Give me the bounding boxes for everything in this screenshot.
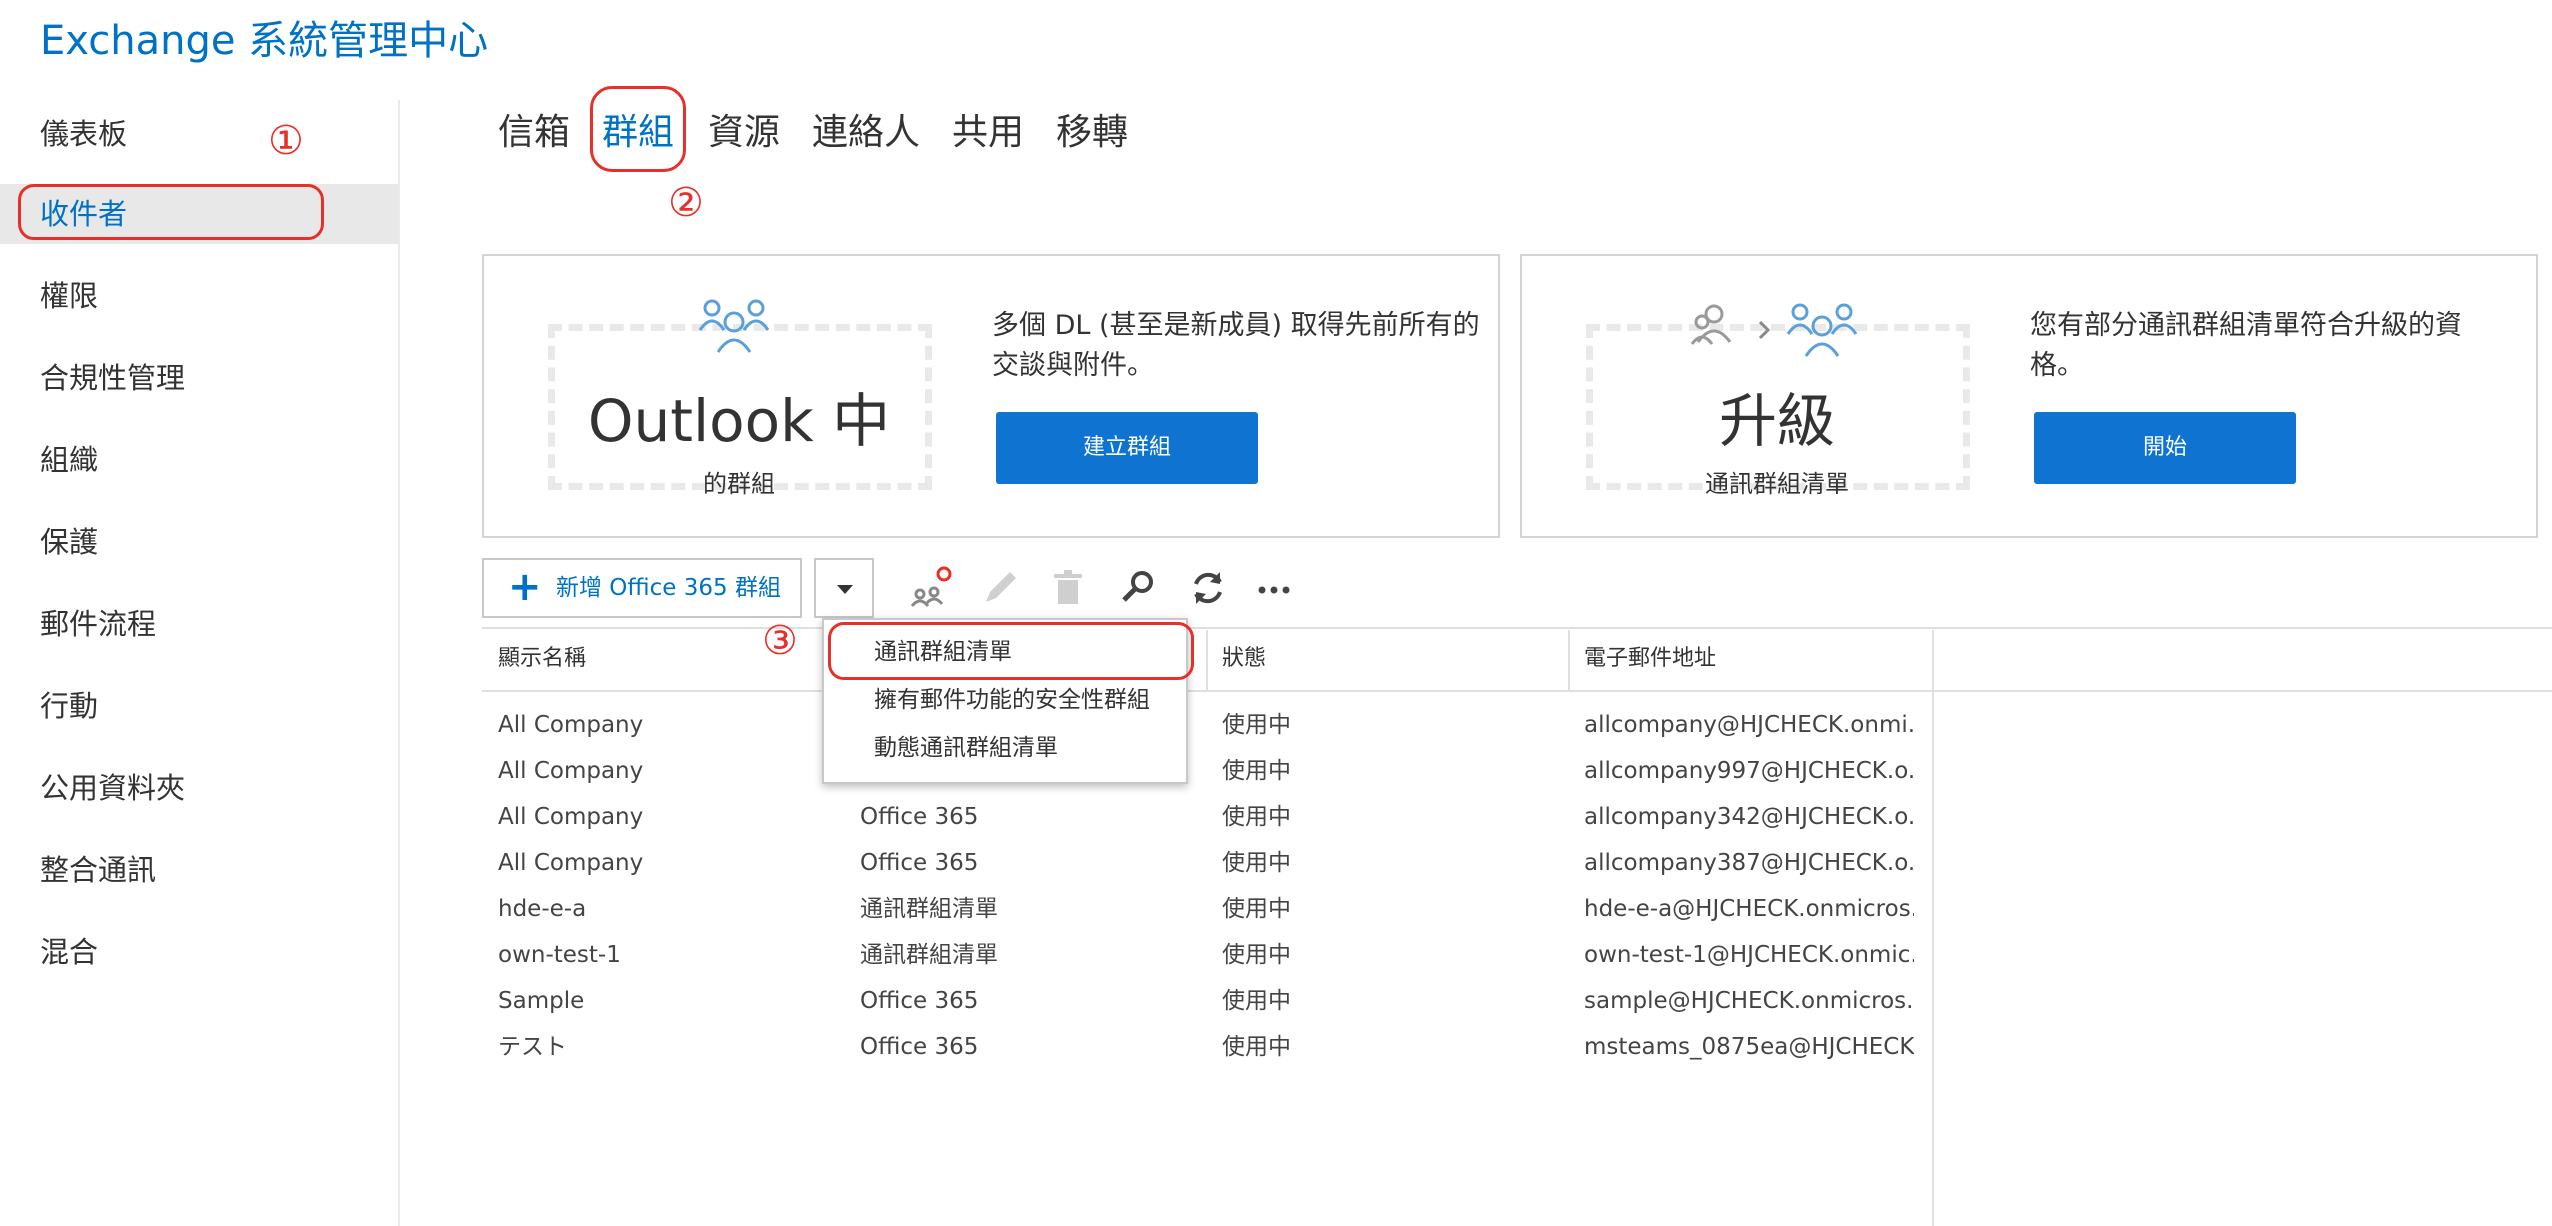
app-title: Exchange 系統管理中心 [40, 18, 489, 64]
new-office365-group-button[interactable]: + 新增 Office 365 群組 [482, 558, 802, 618]
table-cell-type: Office 365 [860, 1034, 979, 1060]
delete-icon[interactable] [1044, 562, 1092, 614]
outlook-groups-big-text: Outlook 中 [587, 387, 891, 455]
outlook-groups-description: 多個 DL (甚至是新成員) 取得先前所有的交談與附件。 [992, 310, 1480, 381]
table-cell-name: All Company [498, 804, 644, 830]
sidebar-item-permissions[interactable]: 權限 [0, 266, 398, 326]
chevron-down-icon [837, 585, 853, 594]
annotation-step-1: ① [268, 118, 304, 164]
annotation-step-2: ② [668, 180, 704, 226]
menu-item-mail-enabled-security-group[interactable]: 擁有郵件功能的安全性群組 [874, 680, 1150, 720]
table-cell-email: own-test-1@HJCHECK.onmic... [1584, 942, 1914, 968]
table-cell-email: allcompany997@HJCHECK.o... [1584, 758, 1914, 784]
column-separator [1568, 630, 1570, 690]
table-cell-email: allcompany342@HJCHECK.o... [1584, 804, 1914, 830]
annotation-step-3: ③ [762, 618, 798, 664]
upgrade-big-text: 升級 [1718, 387, 1835, 455]
sidebar-nav: 儀表板 收件者 權限 合規性管理 組織 保護 郵件流程 行動 公用資料夾 整合通… [0, 100, 400, 1226]
new-group-label: 新增 Office 365 群組 [556, 575, 781, 601]
group-people-icon [698, 299, 770, 353]
sidebar-item-mail-flow[interactable]: 郵件流程 [0, 594, 398, 654]
table-row[interactable]: テスト Office 365 使用中 msteams_0875ea@HJCHECK..… [482, 1024, 1932, 1070]
table-cell-type: Office 365 [860, 850, 979, 876]
tab-migration[interactable]: 移轉 [1056, 103, 1128, 163]
column-separator [1932, 630, 1934, 690]
outlook-groups-card: Outlook 中 的群組 多個 DL (甚至是新成員) 取得先前所有的交談與附… [482, 254, 1500, 538]
table-cell-status: 使用中 [1222, 896, 1291, 922]
table-cell-type: Office 365 [860, 804, 979, 830]
sidebar-item-organization[interactable]: 組織 [0, 430, 398, 490]
table-row[interactable]: All Company Office 365 使用中 allcompany342@HJ… [482, 794, 1932, 840]
table-cell-name: All Company [498, 758, 644, 784]
sidebar-item-compliance[interactable]: 合規性管理 [0, 348, 398, 408]
table-cell-status: 使用中 [1222, 942, 1291, 968]
table-cell-email: hde-e-a@HJCHECK.onmicros... [1584, 896, 1914, 922]
sidebar-item-mobile[interactable]: 行動 [0, 676, 398, 736]
start-upgrade-button[interactable]: 開始 [2034, 412, 2296, 484]
table-cell-type: 通訊群組清單 [860, 896, 998, 922]
groups-tab-highlight [590, 86, 686, 172]
table-row[interactable]: All Company Office 365 使用中 allcompany387@HJ… [482, 840, 1932, 886]
tab-mailboxes[interactable]: 信箱 [498, 103, 570, 163]
sidebar-item-public-folders[interactable]: 公用資料夾 [0, 758, 398, 818]
table-row[interactable]: All Company 使用中 allcompany997@HJCHECK.o... [482, 748, 1932, 794]
table-row[interactable]: Sample Office 365 使用中 sample@HJCHECK.onmicr… [482, 978, 1932, 1024]
column-header-email[interactable]: 電子郵件地址 [1568, 640, 1932, 688]
sidebar-item-unified-messaging[interactable]: 整合通訊 [0, 840, 398, 900]
table-cell-name: All Company [498, 850, 644, 876]
column-header-status[interactable]: 狀態 [1206, 640, 1568, 688]
table-cell-type: Office 365 [860, 988, 979, 1014]
tab-shared[interactable]: 共用 [952, 103, 1024, 163]
more-icon[interactable] [1250, 562, 1298, 614]
plus-icon: + [508, 564, 542, 610]
table-cell-name: hde-e-a [498, 896, 587, 922]
table-row[interactable]: hde-e-a 通訊群組清單 使用中 hde-e-a@HJCHECK.onmicros… [482, 886, 1932, 932]
table-header-border [482, 690, 2552, 692]
table-cell-name: own-test-1 [498, 942, 621, 968]
sidebar-item-dashboard[interactable]: 儀表板 [0, 104, 398, 164]
table-cell-status: 使用中 [1222, 712, 1291, 738]
upgrade-people-icon [1690, 303, 1858, 357]
table-row[interactable]: own-test-1 通訊群組清單 使用中 own-test-1@HJCHECK.on… [482, 932, 1932, 978]
recipients-highlight [18, 184, 324, 240]
create-group-button[interactable]: 建立群組 [996, 412, 1258, 484]
table-cell-name: All Company [498, 712, 644, 738]
outlook-groups-small-text: 的群組 [703, 470, 775, 498]
table-cell-name: Sample [498, 988, 585, 1014]
table-cell-status: 使用中 [1222, 758, 1291, 784]
search-icon[interactable] [1114, 562, 1162, 614]
table-cell-status: 使用中 [1222, 988, 1291, 1014]
column-separator [1206, 630, 1208, 690]
sidebar-item-hybrid[interactable]: 混合 [0, 922, 398, 982]
table-cell-status: 使用中 [1222, 1034, 1291, 1060]
tab-resources[interactable]: 資源 [708, 103, 780, 163]
table-right-border [1932, 690, 1934, 1226]
distribution-list-highlight [828, 622, 1194, 680]
new-group-dropdown-button[interactable] [814, 558, 874, 618]
menu-item-dynamic-distribution-list[interactable]: 動態通訊群組清單 [874, 728, 1058, 768]
table-cell-status: 使用中 [1222, 804, 1291, 830]
table-cell-email: msteams_0875ea@HJCHECK.... [1584, 1034, 1914, 1060]
table-cell-email: sample@HJCHECK.onmicros... [1584, 988, 1914, 1014]
sidebar-item-protection[interactable]: 保護 [0, 512, 398, 572]
edit-icon[interactable] [976, 562, 1024, 614]
table-cell-email: allcompany387@HJCHECK.o... [1584, 850, 1914, 876]
tab-contacts[interactable]: 連絡人 [812, 103, 920, 163]
table-cell-email: allcompany@HJCHECK.onmi... [1584, 712, 1914, 738]
refresh-icon[interactable] [1184, 562, 1232, 614]
table-cell-status: 使用中 [1222, 850, 1291, 876]
table-row[interactable]: All Company 使用中 allcompany@HJCHECK.onmi... [482, 702, 1932, 748]
table-cell-type: 通訊群組清單 [860, 942, 998, 968]
group-settings-icon[interactable] [906, 562, 954, 614]
upgrade-description: 您有部分通訊群組清單符合升級的資格。 [2030, 310, 2462, 381]
table-cell-name: テスト [498, 1034, 567, 1060]
upgrade-card: 升級 通訊群組清單 您有部分通訊群組清單符合升級的資格。 開始 [1520, 254, 2538, 538]
upgrade-small-text: 通訊群組清單 [1705, 470, 1849, 498]
